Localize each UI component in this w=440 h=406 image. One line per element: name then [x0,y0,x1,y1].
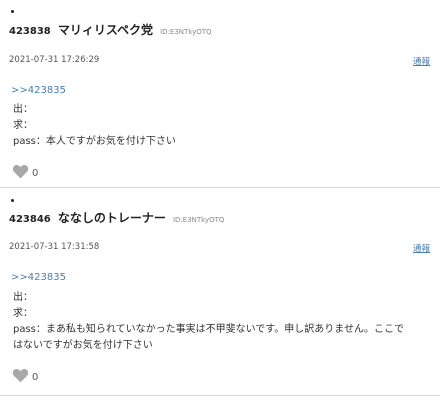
post-header: 423838 マリィリスペク党 ID:E3NTkyOTQ [9,19,212,38]
body-line: 求： [13,308,33,319]
reply-anchor-link[interactable]: >>423835 [11,85,66,96]
heart-icon [12,368,29,383]
post-number: 423838 [9,26,51,37]
post-divider [0,187,440,188]
heart-icon [12,164,29,179]
post-number: 423846 [9,214,51,225]
reply-anchor-link[interactable]: >>423835 [11,272,66,283]
post-body: 出： 求： pass：まあ私も知られていなかった事実は不甲斐ないです。申し訳あり… [13,290,433,354]
report-link[interactable]: 通報 [413,242,430,254]
bullet-dot [11,10,14,13]
post-divider [0,395,440,396]
like-count: 0 [32,168,39,179]
like-button[interactable]: 0 [12,164,38,179]
post-body: 出： 求： pass：本人ですがお気を付け下さい [13,102,433,150]
like-button[interactable]: 0 [12,368,38,383]
poster-id: ID:E3NTkyOTQ [172,216,225,224]
body-line: 求： [13,120,33,131]
body-line: pass：本人ですがお気を付け下さい [13,136,176,147]
body-line: pass：まあ私も知られていなかった事実は不甲斐ないです。申し訳ありません。ここ… [13,324,404,335]
bullet-dot [11,199,14,202]
poster-name: マリィリスペク党 [57,23,154,37]
body-line: 出： [13,104,33,115]
body-line: 出： [13,292,33,303]
report-link[interactable]: 通報 [413,55,430,67]
like-count: 0 [32,372,39,383]
post-date: 2021-07-31 17:31:58 [9,242,100,252]
poster-id: ID:E3NTkyOTQ [160,28,212,36]
body-line: はないですがお気を付け下さい [13,340,153,351]
poster-name: ななしのトレーナー [57,211,166,225]
post-date: 2021-07-31 17:26:29 [9,55,100,65]
post-header: 423846 ななしのトレーナー ID:E3NTkyOTQ [9,207,224,226]
